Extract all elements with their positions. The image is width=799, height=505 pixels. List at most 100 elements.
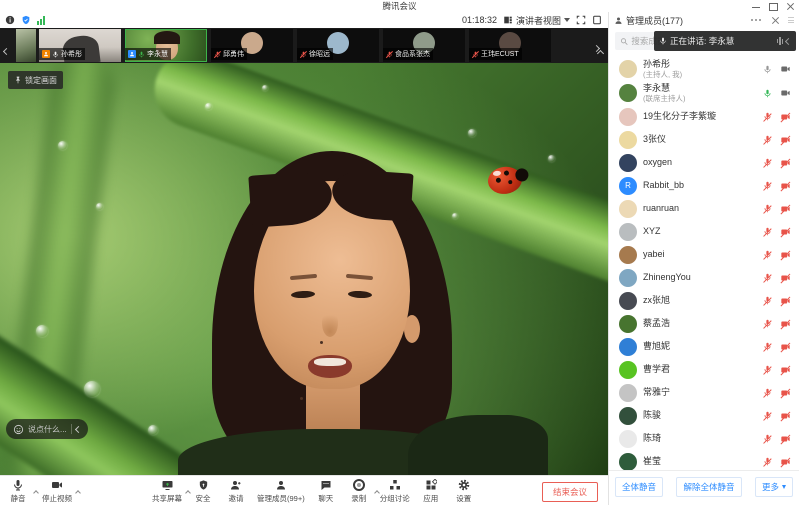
member-camera-icon[interactable]: [780, 342, 791, 352]
more-options-icon[interactable]: [751, 19, 761, 21]
member-mic-icon[interactable]: [763, 342, 772, 351]
manage-members-button[interactable]: 管理成员(99+): [257, 478, 305, 504]
member-camera-icon[interactable]: [780, 273, 791, 283]
member-camera-icon[interactable]: [780, 296, 791, 306]
member-mic-icon[interactable]: [763, 112, 772, 121]
member-camera-icon[interactable]: [780, 227, 791, 237]
chat-button[interactable]: 聊天: [314, 478, 338, 504]
member-camera-icon[interactable]: [780, 457, 791, 467]
mute-button[interactable]: 静音: [6, 478, 30, 504]
panel-close-icon[interactable]: [771, 16, 779, 24]
member-mic-icon[interactable]: [763, 434, 772, 443]
member-row[interactable]: ZhinengYou: [609, 266, 799, 289]
member-row[interactable]: 陈骏: [609, 404, 799, 427]
member-row[interactable]: ruanruan: [609, 197, 799, 220]
record-options-chevron[interactable]: [375, 482, 379, 500]
member-mic-icon[interactable]: [763, 319, 772, 328]
member-mic-icon[interactable]: [763, 181, 772, 190]
mic-options-chevron[interactable]: [34, 482, 38, 500]
member-row[interactable]: zx张旭: [609, 289, 799, 312]
mute-all-button[interactable]: 全体静音: [615, 477, 663, 497]
close-icon[interactable]: [786, 2, 794, 10]
chat-collapse-icon[interactable]: [75, 425, 82, 432]
member-camera-icon[interactable]: [780, 112, 791, 122]
security-button[interactable]: 安全: [191, 478, 215, 504]
member-camera-icon[interactable]: [780, 158, 791, 168]
member-row[interactable]: yabei: [609, 243, 799, 266]
panel-layout-icon[interactable]: [592, 15, 602, 25]
banner-collapse-icon[interactable]: [786, 36, 791, 46]
participant-thumbnail[interactable]: 李永慧: [125, 29, 207, 62]
member-avatar: [619, 338, 637, 356]
share-options-chevron[interactable]: [186, 482, 190, 500]
member-row[interactable]: 曹旭妮: [609, 335, 799, 358]
member-row[interactable]: 常雅宁: [609, 381, 799, 404]
member-row[interactable]: R Rabbit_bb: [609, 174, 799, 197]
member-camera-icon[interactable]: [780, 319, 791, 329]
member-row[interactable]: XYZ: [609, 220, 799, 243]
member-mic-icon[interactable]: [763, 227, 772, 236]
member-camera-icon[interactable]: [780, 388, 791, 398]
member-row[interactable]: 陈琦: [609, 427, 799, 450]
member-mic-icon[interactable]: [763, 204, 772, 213]
participant-thumbnail[interactable]: 邱勇伟: [211, 29, 293, 62]
member-name: yabei: [643, 249, 665, 260]
participant-thumbnail[interactable]: 食品系张杰: [383, 29, 465, 62]
member-camera-icon[interactable]: [780, 181, 791, 191]
member-row[interactable]: 李永慧 (联席主持人): [609, 81, 799, 105]
panel-handle-icon[interactable]: [788, 17, 794, 23]
settings-button[interactable]: 设置: [452, 478, 476, 504]
share-screen-button[interactable]: 共享屏幕: [152, 478, 182, 504]
member-camera-icon[interactable]: [780, 135, 791, 145]
participant-thumbnail[interactable]: 徐昭远: [297, 29, 379, 62]
breakout-rooms-button[interactable]: 分组讨论: [380, 478, 410, 504]
participant-thumbnail[interactable]: 孙希彤: [39, 29, 121, 62]
filmstrip-collapse-icon[interactable]: [598, 43, 603, 61]
chevron-down-icon: [782, 485, 786, 489]
minimize-icon[interactable]: [752, 2, 760, 10]
member-row[interactable]: 孙希彤 (主持人, 我): [609, 57, 799, 81]
member-mic-icon[interactable]: [763, 457, 772, 466]
member-mic-icon[interactable]: [763, 296, 772, 305]
member-camera-icon[interactable]: [780, 250, 791, 260]
invite-button[interactable]: 邀请: [224, 478, 248, 504]
more-button[interactable]: 更多: [755, 477, 793, 497]
maximize-icon[interactable]: [769, 2, 777, 10]
video-options-chevron[interactable]: [76, 482, 80, 500]
network-signal-icon[interactable]: [37, 16, 45, 25]
member-camera-icon[interactable]: [780, 365, 791, 375]
member-camera-icon[interactable]: [780, 434, 791, 444]
member-mic-icon[interactable]: [763, 388, 772, 397]
stop-video-button[interactable]: 停止视频: [42, 478, 72, 504]
security-shield-icon[interactable]: [21, 15, 31, 25]
fullscreen-icon[interactable]: [576, 15, 586, 25]
member-camera-icon[interactable]: [780, 411, 791, 421]
apps-button[interactable]: 应用: [419, 478, 443, 504]
chat-quick-input[interactable]: 说点什么...: [6, 419, 88, 439]
member-row[interactable]: oxygen: [609, 151, 799, 174]
member-mic-icon[interactable]: [763, 158, 772, 167]
member-row[interactable]: 曹学君: [609, 358, 799, 381]
pin-view-button[interactable]: 锁定画面: [8, 71, 63, 89]
member-mic-icon[interactable]: [763, 135, 772, 144]
member-row[interactable]: 蔡孟浩: [609, 312, 799, 335]
member-row[interactable]: 崔莹: [609, 450, 799, 470]
member-mic-icon[interactable]: [763, 250, 772, 259]
member-camera-icon[interactable]: [780, 204, 791, 214]
member-mic-icon[interactable]: [763, 89, 772, 98]
member-camera-icon[interactable]: [780, 64, 791, 74]
meeting-info-icon[interactable]: [5, 15, 15, 25]
end-meeting-button[interactable]: 结束会议: [542, 482, 598, 502]
member-mic-icon[interactable]: [763, 273, 772, 282]
member-mic-icon[interactable]: [763, 365, 772, 374]
record-button[interactable]: 录制: [347, 478, 371, 504]
member-camera-icon[interactable]: [780, 88, 791, 98]
filmstrip-prev-icon[interactable]: [4, 41, 14, 51]
member-mic-icon[interactable]: [763, 411, 772, 420]
unmute-all-button[interactable]: 解除全体静音: [676, 477, 741, 497]
view-mode-selector[interactable]: 演讲者视图: [503, 14, 570, 27]
member-row[interactable]: 3张仪: [609, 128, 799, 151]
participant-thumbnail[interactable]: 王玮ECUST: [469, 29, 551, 62]
member-row[interactable]: 19生化分子李紫璇: [609, 105, 799, 128]
member-mic-icon[interactable]: [763, 65, 772, 74]
